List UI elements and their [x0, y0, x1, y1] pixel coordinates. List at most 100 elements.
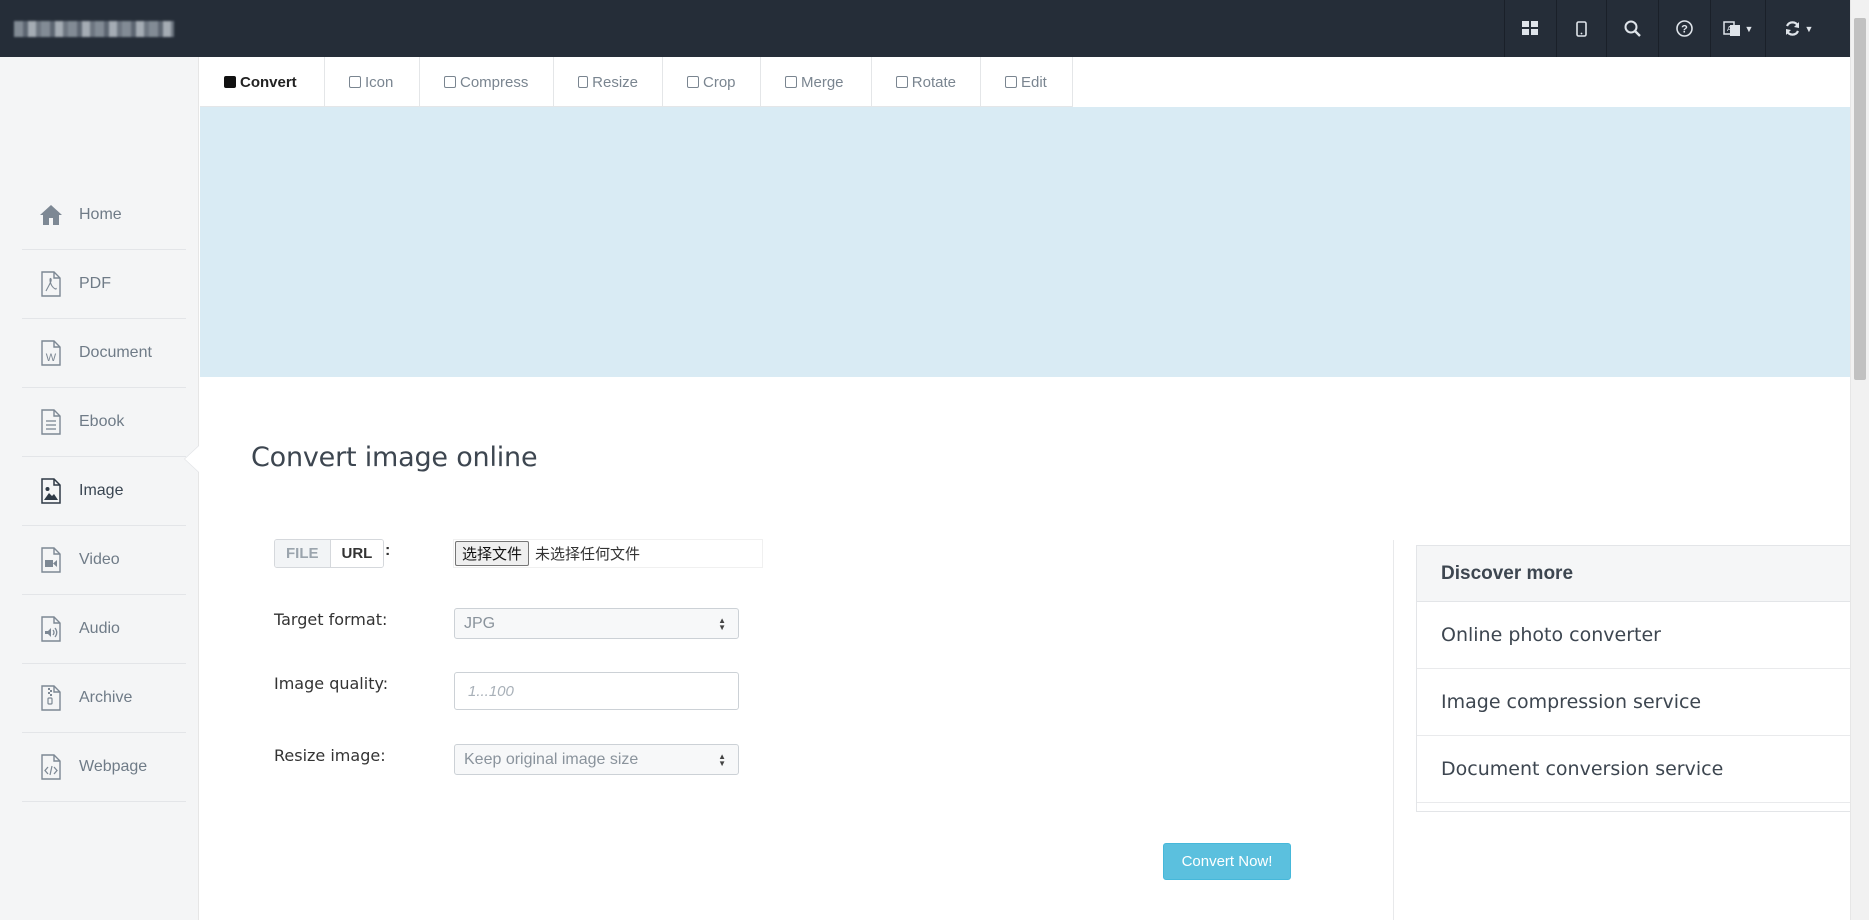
page-title: Convert image online [251, 442, 538, 473]
checkbox-icon [785, 76, 797, 88]
svg-text:A: A [1727, 26, 1732, 33]
tab-label: Compress [460, 73, 529, 91]
search-button[interactable] [1606, 0, 1658, 57]
sidebar-item-label: Ebook [79, 413, 125, 430]
sidebar: Home PDF W Document Ebook Image Video Au… [0, 57, 199, 920]
source-colon: : [385, 542, 391, 559]
file-status: 未选择任何文件 [535, 546, 641, 563]
source-toggle: FILE URL [274, 539, 385, 568]
target-format-value: JPG [464, 614, 496, 632]
tab-label: Merge [801, 73, 844, 91]
choose-file-button[interactable]: 选择文件 [455, 541, 530, 566]
sidebar-nav: Home PDF W Document Ebook Image Video Au… [22, 181, 186, 802]
sidebar-item-video[interactable]: Video [22, 526, 186, 595]
url-source-button[interactable]: URL [330, 540, 384, 567]
page-scrollbar[interactable] [1850, 0, 1869, 920]
svg-text:W: W [46, 352, 57, 364]
tab-label: Crop [703, 73, 736, 91]
tab-label: Icon [365, 73, 394, 91]
target-format-label: Target format: [274, 610, 388, 629]
checkbox-icon [578, 76, 589, 88]
help-icon: ? [1676, 20, 1693, 37]
discover-more-panel: Discover more Online photo converter Ima… [1416, 545, 1850, 812]
sidebar-item-audio[interactable]: Audio [22, 595, 186, 664]
checkbox-icon [687, 76, 699, 88]
archive-file-icon [39, 685, 63, 711]
sidebar-item-label: Webpage [79, 758, 148, 775]
resize-image-select[interactable]: Keep original image size ▲ ▼ [454, 744, 739, 775]
mobile-view-button[interactable] [1556, 0, 1606, 57]
sidebar-item-label: PDF [79, 275, 111, 292]
word-file-icon: W [39, 340, 63, 366]
select-arrows-icon: ▲ ▼ [718, 752, 726, 768]
site-logo[interactable] [14, 21, 174, 37]
image-file-icon [39, 478, 63, 504]
sidebar-item-image[interactable]: Image [22, 457, 186, 526]
video-file-icon [39, 547, 63, 573]
tab-crop[interactable]: Crop [663, 57, 761, 107]
apps-grid-button[interactable] [1504, 0, 1556, 57]
sidebar-item-archive[interactable]: Archive [22, 664, 186, 733]
search-icon [1624, 20, 1641, 37]
sidebar-item-document[interactable]: W Document [22, 319, 186, 388]
resize-image-label: Resize image: [274, 746, 386, 765]
banner-area [200, 107, 1850, 377]
discover-link[interactable]: Online photo converter [1417, 602, 1850, 669]
tab-label: Convert [240, 73, 297, 91]
code-file-icon [39, 754, 63, 780]
tab-label: Resize [592, 73, 638, 91]
sidebar-item-label: Audio [79, 620, 120, 637]
sidebar-item-pdf[interactable]: PDF [22, 250, 186, 319]
resize-image-value: Keep original image size [464, 750, 639, 768]
image-quality-label: Image quality: [274, 674, 389, 693]
checkbox-icon [1005, 76, 1017, 88]
sidebar-item-label: Archive [79, 689, 133, 706]
tab-edit[interactable]: Edit [981, 57, 1073, 107]
checkbox-icon [224, 76, 236, 88]
home-icon [39, 202, 63, 228]
checkbox-icon [896, 76, 908, 88]
sidebar-item-label: Video [79, 551, 120, 568]
checkbox-icon [349, 76, 361, 88]
tab-label: Edit [1021, 73, 1047, 91]
tab-merge[interactable]: Merge [761, 57, 872, 107]
file-input: 选择文件 未选择任何文件 [453, 539, 763, 568]
convert-type-dropdown[interactable]: ▼ [1765, 0, 1831, 57]
tab-resize[interactable]: Resize [554, 57, 663, 107]
scrollbar-thumb[interactable] [1854, 18, 1866, 380]
tab-icon[interactable]: Icon [325, 57, 420, 107]
select-arrows-icon: ▲ ▼ [718, 616, 726, 632]
language-icon: A [1722, 20, 1740, 36]
tab-label: Rotate [911, 73, 956, 91]
tablet-icon [1576, 20, 1587, 37]
checkbox-icon [444, 76, 456, 88]
discover-link[interactable]: Image compression service [1417, 669, 1850, 736]
pdf-file-icon [39, 271, 63, 297]
convert-now-button[interactable]: Convert Now! [1163, 843, 1291, 880]
chevron-down-icon: ▼ [1804, 23, 1814, 34]
sidebar-item-webpage[interactable]: Webpage [22, 733, 186, 802]
grid-icon [1522, 21, 1538, 35]
svg-text:?: ? [1681, 24, 1688, 36]
tab-rotate[interactable]: Rotate [872, 57, 981, 107]
help-button[interactable]: ? [1658, 0, 1710, 57]
discover-link[interactable]: Document conversion service [1417, 736, 1850, 803]
active-indicator [185, 446, 199, 472]
tab-compress[interactable]: Compress [420, 57, 554, 107]
sidebar-item-ebook[interactable]: Ebook [22, 388, 186, 457]
image-quality-placeholder: 1...100 [468, 682, 514, 700]
tab-convert[interactable]: Convert [200, 57, 325, 107]
sidebar-item-label: Image [79, 482, 124, 499]
sidebar-item-home[interactable]: Home [22, 181, 186, 250]
audio-file-icon [39, 616, 63, 642]
ebook-file-icon [39, 409, 63, 435]
column-divider [1393, 540, 1394, 920]
chevron-down-icon: ▼ [1744, 23, 1754, 34]
tool-tabs: Convert Icon Compress Resize Crop Merge … [200, 57, 1073, 107]
target-format-select[interactable]: JPG ▲ ▼ [454, 608, 739, 639]
language-dropdown[interactable]: A ▼ [1710, 0, 1765, 57]
sidebar-item-label: Document [79, 344, 152, 361]
top-navbar: ? A ▼ ▼ [0, 0, 1850, 57]
file-source-button[interactable]: FILE [275, 540, 331, 567]
image-quality-input[interactable]: 1...100 [454, 672, 739, 710]
